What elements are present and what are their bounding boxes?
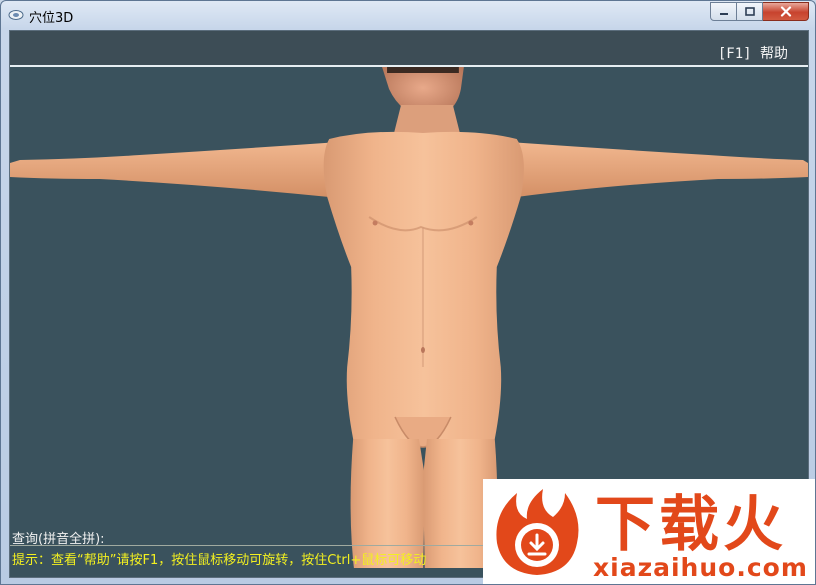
- title-bar[interactable]: 穴位3D: [1, 1, 815, 29]
- minimize-icon: [719, 12, 728, 15]
- app-icon: [8, 10, 24, 20]
- maximize-icon: [744, 7, 755, 16]
- close-icon: [780, 6, 791, 17]
- watermark: 下载火 xiazaihuo.com: [483, 479, 815, 584]
- maximize-button[interactable]: [737, 2, 763, 21]
- hint-text: 提示：查看“帮助”请按F1，按住鼠标移动可旋转，按住Ctrl+鼠标可移动: [12, 553, 427, 568]
- app-window: 穴位3D [F1] 帮助 查询(拼音全拼): 提示：查看“帮助”请按F1，按住鼠…: [0, 0, 816, 585]
- app-header: [F1] 帮助: [10, 31, 808, 67]
- watermark-url: xiazaihuo.com: [593, 553, 808, 582]
- window-title: 穴位3D: [29, 11, 74, 26]
- model-hair: [387, 67, 459, 73]
- flame-download-logo-icon: [496, 489, 579, 575]
- watermark-brand-text: 下载火: [595, 491, 787, 555]
- close-button[interactable]: [763, 2, 809, 21]
- minimize-button[interactable]: [710, 2, 737, 21]
- caption-buttons: [710, 2, 809, 21]
- watermark-brand: 下载火: [595, 491, 787, 555]
- model-right-arm: [508, 142, 808, 197]
- model-left-arm: [10, 142, 340, 197]
- help-button[interactable]: [F1] 帮助: [718, 43, 788, 63]
- query-input[interactable]: [130, 528, 434, 546]
